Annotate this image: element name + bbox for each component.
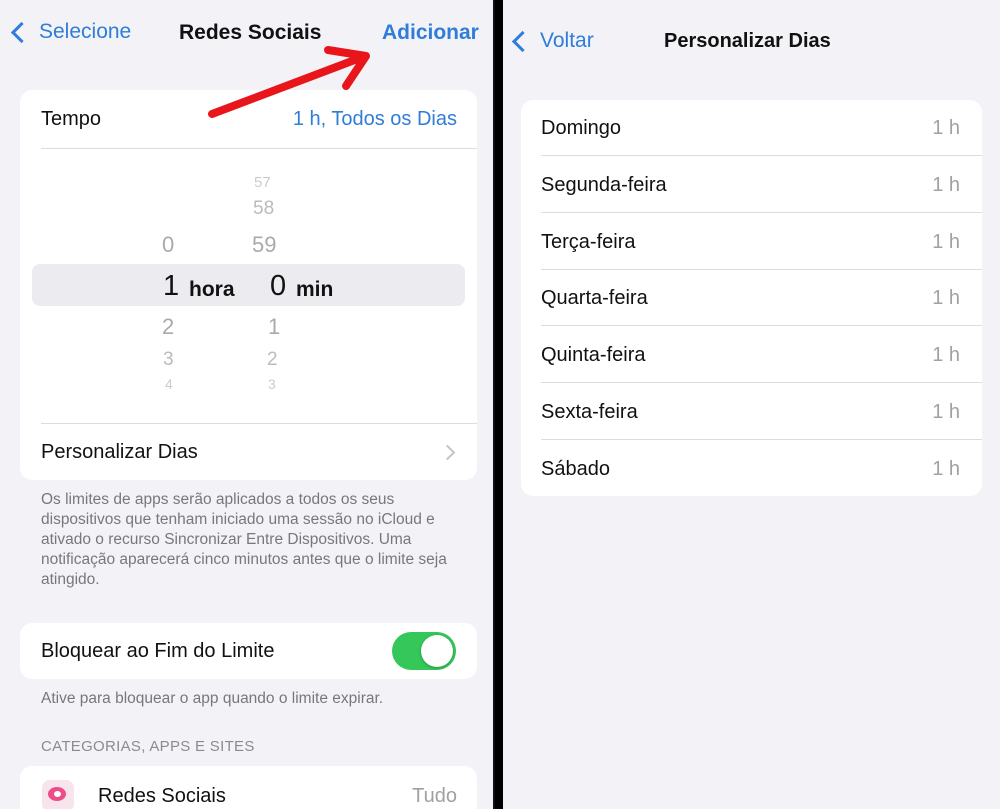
day-row-quarta[interactable]: Quarta-feira 1 h bbox=[541, 270, 982, 326]
day-value: 1 h bbox=[932, 230, 960, 253]
day-label: Sábado bbox=[541, 457, 610, 480]
block-card: Bloquear ao Fim do Limite bbox=[20, 623, 477, 679]
category-card: Redes Sociais Tudo bbox=[20, 766, 477, 809]
minute-option[interactable]: 59 bbox=[252, 232, 276, 258]
category-label: Redes Sociais bbox=[98, 784, 226, 807]
back-button[interactable]: Voltar bbox=[511, 29, 594, 53]
time-picker[interactable]: 0 1 hora 2 3 4 57 58 59 0 min 1 2 3 bbox=[20, 152, 477, 422]
day-label: Terça-feira bbox=[541, 230, 636, 253]
day-value: 1 h bbox=[932, 343, 960, 366]
block-label: Bloquear ao Fim do Limite bbox=[41, 639, 275, 662]
back-label: Voltar bbox=[540, 29, 594, 52]
chevron-right-icon bbox=[439, 444, 456, 461]
chevron-left-icon bbox=[10, 21, 33, 43]
divider bbox=[541, 382, 982, 383]
screen-time-limit-panel: Selecione Redes Sociais Adicionar Tempo … bbox=[0, 0, 495, 809]
day-value: 1 h bbox=[932, 457, 960, 480]
category-row[interactable]: Redes Sociais Tudo bbox=[20, 774, 477, 809]
category-value: Tudo bbox=[412, 784, 457, 807]
toggle-knob bbox=[421, 635, 453, 667]
day-label: Quinta-feira bbox=[541, 343, 646, 366]
day-value: 1 h bbox=[932, 173, 960, 196]
hour-option[interactable]: 3 bbox=[163, 349, 174, 371]
day-row-quinta[interactable]: Quinta-feira 1 h bbox=[541, 327, 982, 383]
hour-selected[interactable]: 1 bbox=[163, 270, 179, 303]
divider bbox=[541, 325, 982, 326]
hour-option[interactable]: 4 bbox=[165, 376, 173, 392]
day-row-domingo[interactable]: Domingo 1 h bbox=[541, 100, 982, 156]
personalizar-dias-label: Personalizar Dias bbox=[41, 440, 198, 463]
day-label: Quarta-feira bbox=[541, 286, 648, 309]
limits-note: Os limites de apps serão aplicados a tod… bbox=[41, 491, 447, 588]
day-row-segunda[interactable]: Segunda-feira 1 h bbox=[541, 157, 982, 213]
page-title: Personalizar Dias bbox=[664, 30, 831, 52]
back-button[interactable]: Selecione bbox=[10, 20, 132, 44]
day-row-terca[interactable]: Terça-feira 1 h bbox=[541, 214, 982, 270]
chevron-left-icon bbox=[511, 30, 534, 52]
nav-bar: Voltar Personalizar Dias bbox=[503, 0, 1000, 62]
day-label: Sexta-feira bbox=[541, 400, 638, 423]
divider bbox=[541, 212, 982, 213]
minute-option[interactable]: 57 bbox=[254, 174, 271, 191]
day-label: Domingo bbox=[541, 116, 622, 139]
minute-option[interactable]: 2 bbox=[267, 349, 278, 371]
annotation-arrow-icon bbox=[208, 46, 370, 118]
divider bbox=[541, 439, 982, 440]
day-value: 1 h bbox=[932, 286, 960, 309]
back-label: Selecione bbox=[39, 20, 132, 43]
minute-selected[interactable]: 0 bbox=[270, 270, 286, 303]
social-category-icon bbox=[42, 780, 74, 809]
section-header: CATEGORIAS, APPS E SITES bbox=[41, 738, 255, 755]
day-row-sabado[interactable]: Sábado 1 h bbox=[541, 441, 982, 497]
hour-option[interactable]: 0 bbox=[162, 232, 174, 258]
days-list: Domingo 1 h Segunda-feira 1 h Terça-feir… bbox=[521, 100, 982, 496]
minute-unit: min bbox=[296, 278, 334, 301]
divider bbox=[41, 148, 477, 149]
hour-option[interactable]: 2 bbox=[162, 314, 174, 340]
day-value: 1 h bbox=[932, 116, 960, 139]
block-toggle[interactable] bbox=[392, 632, 456, 670]
picker-selection-band bbox=[32, 264, 465, 306]
day-row-sexta[interactable]: Sexta-feira 1 h bbox=[541, 384, 982, 440]
personalizar-dias-row[interactable]: Personalizar Dias bbox=[20, 424, 477, 480]
tempo-label: Tempo bbox=[41, 107, 102, 130]
time-card: Tempo 1 h, Todos os Dias 0 1 hora 2 3 4 … bbox=[20, 90, 477, 480]
hour-unit: hora bbox=[189, 278, 235, 301]
minute-option[interactable]: 58 bbox=[253, 198, 274, 220]
minute-option[interactable]: 1 bbox=[268, 314, 280, 340]
day-value: 1 h bbox=[932, 400, 960, 423]
divider bbox=[541, 155, 982, 156]
minute-option[interactable]: 3 bbox=[268, 376, 276, 392]
add-button[interactable]: Adicionar bbox=[382, 21, 479, 45]
personalizar-dias-panel: Voltar Personalizar Dias Domingo 1 h Seg… bbox=[503, 0, 1000, 809]
block-note: Ative para bloquear o app quando o limit… bbox=[41, 690, 384, 707]
day-label: Segunda-feira bbox=[541, 173, 667, 196]
